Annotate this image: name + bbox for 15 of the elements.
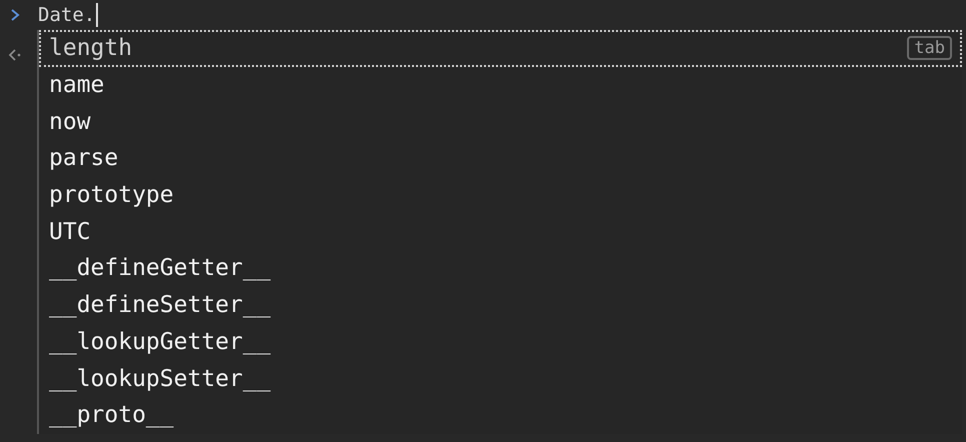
suggestion-item[interactable]: now: [39, 103, 962, 140]
prompt-chevron-icon: [9, 8, 21, 22]
suggestion-item[interactable]: prototype: [39, 176, 962, 214]
suggestion-item[interactable]: name: [39, 66, 962, 104]
suggestion-item[interactable]: __proto__: [39, 396, 962, 434]
suggestion-item[interactable]: __lookupGetter__: [39, 324, 962, 360]
suggestion-item[interactable]: length tab: [39, 30, 962, 67]
key-hint-badge: tab: [907, 36, 952, 60]
suggestion-item[interactable]: __defineGetter__: [39, 250, 962, 287]
suggestion-item[interactable]: __lookupSetter__: [39, 360, 962, 397]
suggestion-item[interactable]: parse: [39, 140, 962, 177]
suggestion-item[interactable]: __defineSetter__: [39, 286, 962, 324]
suggestion-item[interactable]: UTC: [39, 213, 962, 250]
console-input[interactable]: Date.: [38, 3, 98, 27]
result-arrow-icon: [8, 48, 22, 62]
